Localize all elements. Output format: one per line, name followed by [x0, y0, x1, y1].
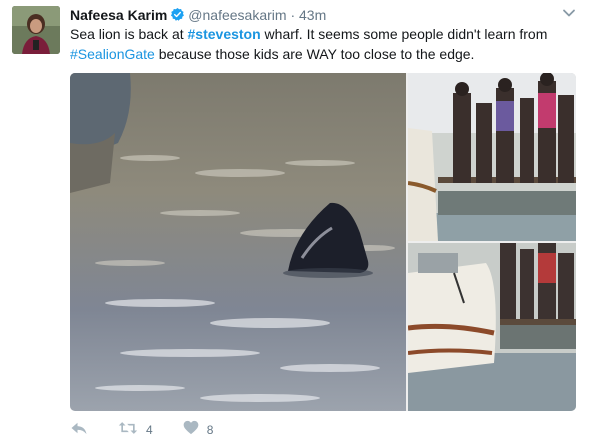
- hashtag-link[interactable]: #steveston: [188, 26, 261, 42]
- avatar[interactable]: [12, 6, 60, 54]
- author-handle[interactable]: @nafeesakarim: [188, 7, 286, 23]
- tweet-header: Nafeesa Karim @nafeesakarim · 43m: [70, 6, 326, 26]
- avatar-image: [12, 6, 60, 54]
- tweet-text: Sea lion is back at #steveston wharf. It…: [70, 24, 570, 64]
- separator-dot: ·: [290, 7, 296, 23]
- retweet-button[interactable]: 4: [118, 420, 153, 441]
- chevron-down-icon[interactable]: [562, 6, 576, 20]
- tweet-actions: 4 8: [70, 418, 243, 442]
- like-button[interactable]: 8: [183, 420, 214, 440]
- reply-button[interactable]: [70, 420, 88, 441]
- heart-icon: [183, 420, 199, 440]
- hashtag-link[interactable]: #SealionGate: [70, 46, 155, 62]
- timestamp[interactable]: 43m: [299, 7, 326, 23]
- tweet-card[interactable]: Nafeesa Karim @nafeesakarim · 43m Sea lio…: [0, 0, 590, 448]
- author-name[interactable]: Nafeesa Karim: [70, 7, 167, 23]
- photo-sea-lion[interactable]: [70, 73, 406, 411]
- retweet-count: 4: [146, 423, 153, 437]
- photo-crowd-railing[interactable]: [408, 73, 576, 241]
- photo-boat-people[interactable]: [408, 243, 576, 411]
- reply-icon: [70, 420, 88, 441]
- tweet-text-part: because those kids are WAY too close to …: [154, 46, 475, 62]
- tweet-text-part: wharf. It seems some people didn't learn…: [260, 26, 548, 42]
- retweet-icon: [118, 420, 138, 441]
- like-count: 8: [206, 423, 214, 437]
- media-grid: [70, 73, 576, 411]
- tweet-text-part: Sea lion is back at: [70, 26, 188, 42]
